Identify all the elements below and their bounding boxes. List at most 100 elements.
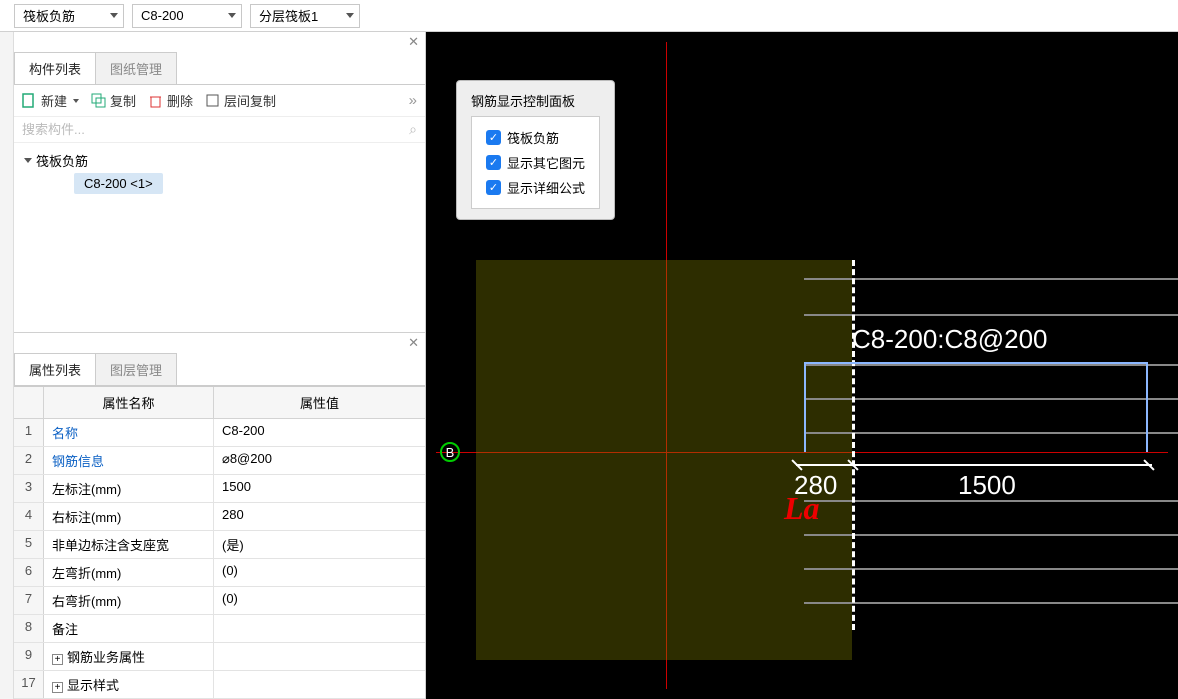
component-instance-value: C8-200	[141, 8, 184, 23]
chevron-down-icon	[228, 13, 236, 18]
new-button[interactable]: 新建	[22, 91, 79, 110]
property-table: 属性名称 属性值 1名称C8-2002钢筋信息⌀8@2003左标注(mm)150…	[14, 386, 425, 699]
property-row[interactable]: 17+显示样式	[14, 671, 425, 699]
delete-label: 删除	[167, 91, 193, 110]
floor-copy-button[interactable]: 层间复制	[205, 91, 276, 110]
chevron-down-icon	[73, 99, 79, 103]
vertical-ruler	[0, 32, 14, 699]
property-table-header: 属性名称 属性值	[14, 387, 425, 419]
checkbox-label: 显示详细公式	[507, 178, 585, 197]
tree-item-label: C8-200 <1>	[74, 173, 163, 194]
new-label: 新建	[41, 91, 67, 110]
search-icon[interactable]: ⌕	[409, 121, 417, 138]
checkbox-row[interactable]: ✓ 显示其它图元	[486, 150, 585, 175]
copy-icon	[91, 93, 106, 108]
prop-value[interactable]: 1500	[214, 475, 425, 502]
drawing-canvas[interactable]: C8-200:C8@200 280 1500 La B 钢筋显示控制面板 ✓筏板…	[426, 32, 1178, 699]
prop-value[interactable]	[214, 671, 425, 698]
grid-line	[804, 602, 1178, 604]
floor-copy-icon	[205, 93, 220, 108]
dimension-tick	[1142, 457, 1156, 471]
checkbox-row[interactable]: ✓ 显示详细公式	[486, 175, 585, 200]
property-row[interactable]: 6左弯折(mm)(0)	[14, 559, 425, 587]
expand-icon[interactable]: +	[52, 654, 63, 665]
checkbox-icon[interactable]: ✓	[486, 180, 501, 195]
tab-layer-manage[interactable]: 图层管理	[95, 353, 177, 385]
col-value: 属性值	[214, 387, 425, 418]
expand-icon[interactable]: +	[52, 682, 63, 693]
property-row[interactable]: 2钢筋信息⌀8@200	[14, 447, 425, 475]
more-button[interactable]: »	[409, 92, 417, 109]
component-tabs: 构件列表 图纸管理	[14, 52, 425, 85]
close-pane-icon[interactable]: ✕	[14, 32, 425, 52]
grid-point-b[interactable]: B	[440, 442, 460, 462]
checkbox-label: 显示其它图元	[507, 153, 585, 172]
copy-button[interactable]: 复制	[91, 91, 136, 110]
delete-button[interactable]: 删除	[148, 91, 193, 110]
row-index: 8	[14, 615, 44, 642]
rebar-label: C8-200:C8@200	[852, 324, 1048, 355]
chevron-down-icon	[346, 13, 354, 18]
prop-value[interactable]: 280	[214, 503, 425, 530]
dimension-tick	[790, 457, 804, 471]
component-tree: 筏板负筋 C8-200 <1>	[14, 143, 425, 332]
row-index: 5	[14, 531, 44, 558]
checkbox-icon[interactable]: ✓	[486, 155, 501, 170]
prop-value[interactable]: C8-200	[214, 419, 425, 446]
prop-name: 钢筋信息	[44, 447, 214, 474]
prop-value[interactable]: ⌀8@200	[214, 447, 425, 474]
property-row[interactable]: 4右标注(mm)280	[14, 503, 425, 531]
close-prop-icon[interactable]: ✕	[14, 332, 425, 353]
row-index: 2	[14, 447, 44, 474]
property-row[interactable]: 7右弯折(mm)(0)	[14, 587, 425, 615]
prop-value[interactable]: (是)	[214, 531, 425, 558]
tab-attr-list[interactable]: 属性列表	[14, 353, 96, 385]
search-row: ⌕	[14, 117, 425, 143]
col-name: 属性名称	[44, 387, 214, 418]
prop-name: +钢筋业务属性	[44, 643, 214, 670]
annotation-la: La	[784, 490, 820, 527]
property-row[interactable]: 5非单边标注含支座宽(是)	[14, 531, 425, 559]
prop-name: 名称	[44, 419, 214, 446]
left-panel: ✕ 构件列表 图纸管理 新建 复制	[14, 32, 426, 699]
prop-name: 非单边标注含支座宽	[44, 531, 214, 558]
tree-root-label: 筏板负筋	[36, 151, 88, 170]
panel-title: 钢筋显示控制面板	[471, 91, 600, 110]
tree-root[interactable]: 筏板负筋	[24, 149, 417, 172]
property-tabs: 属性列表 图层管理	[14, 353, 425, 386]
grid-line	[804, 314, 1178, 316]
layer-value: 分层筏板1	[259, 6, 318, 25]
row-index: 7	[14, 587, 44, 614]
checkbox-icon[interactable]: ✓	[486, 130, 501, 145]
grid-line	[804, 278, 1178, 280]
rebar-display-panel[interactable]: 钢筋显示控制面板 ✓ 筏板负筋 ✓ 显示其它图元 ✓ 显示详细公式	[456, 80, 615, 220]
row-index: 6	[14, 559, 44, 586]
property-row[interactable]: 1名称C8-200	[14, 419, 425, 447]
rebar-element[interactable]	[804, 362, 1148, 452]
collapse-icon[interactable]	[24, 158, 32, 163]
layer-dropdown[interactable]: 分层筏板1	[250, 4, 360, 28]
property-row[interactable]: 9+钢筋业务属性	[14, 643, 425, 671]
prop-value[interactable]	[214, 615, 425, 642]
tab-component-list[interactable]: 构件列表	[14, 52, 96, 84]
tab-drawing-manage[interactable]: 图纸管理	[95, 52, 177, 84]
prop-value[interactable]: (0)	[214, 559, 425, 586]
property-row[interactable]: 3左标注(mm)1500	[14, 475, 425, 503]
property-row[interactable]: 8备注	[14, 615, 425, 643]
prop-name: 右标注(mm)	[44, 503, 214, 530]
checkbox-row[interactable]: ✓ 筏板负筋	[486, 125, 585, 150]
row-index: 4	[14, 503, 44, 530]
component-instance-dropdown[interactable]: C8-200	[132, 4, 242, 28]
component-type-dropdown[interactable]: 筏板负筋	[14, 4, 124, 28]
search-input[interactable]	[22, 122, 409, 137]
prop-value[interactable]	[214, 643, 425, 670]
new-icon	[22, 93, 37, 108]
row-index: 9	[14, 643, 44, 670]
checkbox-label: 筏板负筋	[507, 128, 559, 147]
tree-item[interactable]: C8-200 <1>	[74, 176, 417, 191]
prop-value[interactable]: (0)	[214, 587, 425, 614]
prop-name: 左标注(mm)	[44, 475, 214, 502]
grid-line	[804, 534, 1178, 536]
component-toolbar: 新建 复制 删除	[14, 85, 425, 117]
dimension-tick	[846, 457, 860, 471]
